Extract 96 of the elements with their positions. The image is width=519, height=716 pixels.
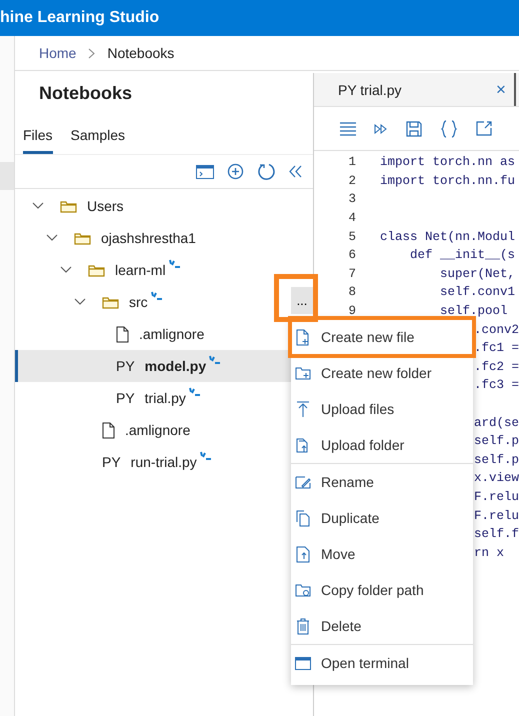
line-number: 2 xyxy=(347,174,356,188)
menu-item-label: Upload folder xyxy=(321,437,404,453)
terminal-icon xyxy=(295,654,311,672)
item-name: ojashshrestha1 xyxy=(100,230,196,246)
line-number: 9 xyxy=(347,304,356,318)
chevron-down-icon[interactable] xyxy=(60,266,72,274)
tab-label: PY trial.py xyxy=(338,82,402,98)
item-name: .amlignore xyxy=(138,326,204,342)
chevron-down-icon[interactable] xyxy=(46,234,58,242)
app-title: hine Learning Studio xyxy=(0,9,160,27)
file-type-label: PY xyxy=(102,454,121,470)
close-button[interactable]: × xyxy=(496,80,506,100)
braces-icon[interactable] xyxy=(440,120,458,138)
refresh-icon[interactable] xyxy=(256,162,276,181)
menu-item-label: Rename xyxy=(321,474,374,490)
line-number: 3 xyxy=(347,192,356,206)
code-line: x.view xyxy=(474,471,519,486)
code-line: F.relu xyxy=(474,508,519,523)
menu-item-label: Create new folder xyxy=(321,365,432,381)
code-line: self.pool xyxy=(438,304,508,318)
file-type-label: PY xyxy=(116,390,135,406)
code-line: def __init__(s xyxy=(408,248,516,262)
file-icon xyxy=(116,326,129,342)
collapse-icon[interactable] xyxy=(288,165,303,178)
menu-item-label: Create new file xyxy=(321,329,414,345)
tab[interactable]: Files xyxy=(22,127,53,154)
folder-icon xyxy=(88,264,105,276)
folder-icon xyxy=(60,200,77,212)
tree-item[interactable]: ojashshrestha1 xyxy=(14,222,313,254)
code-line: .fc3 = xyxy=(474,378,519,392)
item-name: .amlignore xyxy=(124,422,190,438)
line-number: 1 xyxy=(347,155,356,170)
code-line: self.p xyxy=(474,452,519,467)
menu-item-label: Move xyxy=(321,546,356,562)
tree-item[interactable]: learn-ml xyxy=(14,254,313,286)
menu-item[interactable]: Move xyxy=(291,536,473,572)
code-line: import torch.nn.fu xyxy=(380,174,516,188)
chevron-down-icon[interactable] xyxy=(32,202,44,210)
menu-item-label: Upload files xyxy=(321,401,394,417)
menu-item[interactable]: Copy folder path xyxy=(291,572,473,608)
move-icon xyxy=(295,546,311,562)
save-icon[interactable] xyxy=(406,120,422,136)
code-line: .fc2 = xyxy=(474,360,519,374)
breadcrumb-item[interactable]: Home xyxy=(38,45,76,61)
tree-item[interactable]: Users xyxy=(14,190,313,222)
menu-item[interactable]: Open terminal xyxy=(291,645,473,681)
code-line: import torch.nn as xyxy=(380,155,516,170)
add-icon[interactable] xyxy=(226,163,244,180)
item-name: run-trial.py xyxy=(130,454,197,470)
item-name: model.py xyxy=(144,358,206,374)
code-line: rn x xyxy=(474,546,504,560)
line-number: 4 xyxy=(347,211,356,226)
chevron-down-icon[interactable] xyxy=(74,298,86,306)
folder-icon xyxy=(74,232,91,244)
code-line: .fc1 = xyxy=(474,341,519,356)
line-number: 6 xyxy=(347,248,356,262)
code-line: self.conv1 xyxy=(438,285,516,300)
menu-item[interactable]: Duplicate xyxy=(291,500,473,536)
file-plus-icon xyxy=(295,328,311,346)
expand-icon[interactable] xyxy=(476,121,492,136)
menu-item-label: Delete xyxy=(321,618,362,634)
terminal-icon[interactable] xyxy=(196,164,214,178)
panel-title: Notebooks xyxy=(38,82,133,105)
more-options-button[interactable]: ... xyxy=(290,287,313,314)
code-line: self.f xyxy=(474,527,519,542)
menu-item[interactable]: Delete xyxy=(291,608,473,644)
code-line: F.relu xyxy=(474,490,519,504)
item-name: trial.py xyxy=(144,390,186,406)
folder-search-icon xyxy=(295,582,311,598)
menu-item-label: Open terminal xyxy=(321,655,409,671)
menu-item-label: Copy folder path xyxy=(321,582,424,598)
trash-icon xyxy=(295,618,311,634)
item-name: learn-ml xyxy=(114,262,166,278)
file-type-label: PY xyxy=(116,358,135,374)
file-icon xyxy=(102,422,115,438)
item-name: Users xyxy=(86,198,124,214)
upload-icon xyxy=(295,400,311,418)
code-line: self.p xyxy=(474,434,519,448)
line-number: 5 xyxy=(347,230,356,244)
code-line: super(Net, xyxy=(438,266,516,281)
item-name: src xyxy=(128,294,148,310)
folder-plus-icon xyxy=(295,364,311,382)
copy-icon xyxy=(295,510,311,526)
code-line: ard(se xyxy=(474,416,519,430)
code-line: .conv2 xyxy=(474,322,519,337)
rename-icon xyxy=(295,474,311,490)
line-number: 8 xyxy=(347,285,356,300)
line-number: 7 xyxy=(347,266,356,281)
chevron-right-icon xyxy=(88,48,96,58)
menu-icon[interactable] xyxy=(340,122,356,136)
run-all-icon[interactable] xyxy=(374,124,388,134)
folder-icon xyxy=(102,296,119,308)
code-line: class Net(nn.Modul xyxy=(380,230,516,244)
breadcrumb-item: Notebooks xyxy=(107,45,174,61)
menu-item-label: Duplicate xyxy=(321,510,380,526)
tab[interactable]: Samples xyxy=(70,127,126,154)
